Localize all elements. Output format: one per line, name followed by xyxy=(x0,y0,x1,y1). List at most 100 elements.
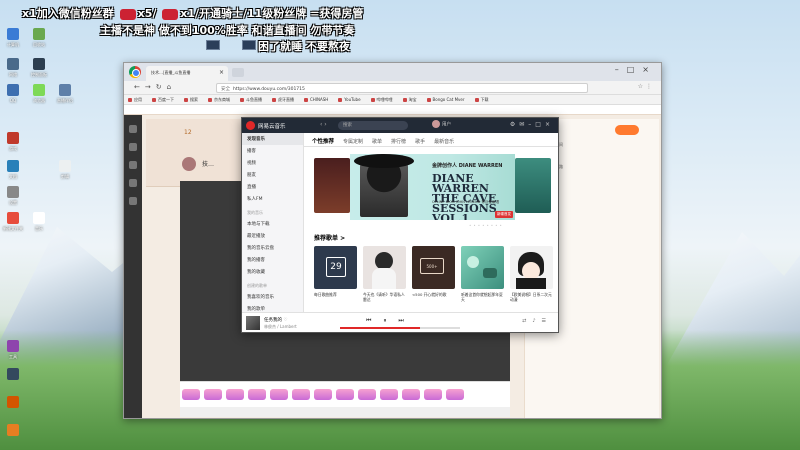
bookmark[interactable]: 下载 xyxy=(475,97,489,102)
tab-newmusic[interactable]: 最新音乐 xyxy=(434,139,454,145)
tab-artists[interactable]: 歌手 xyxy=(415,139,425,145)
gift-icon[interactable] xyxy=(358,389,376,400)
sidebar-item-cloud[interactable]: 我的音乐云盘 xyxy=(242,242,303,254)
playlist-card[interactable]: 29 每日歌曲推荐 xyxy=(314,246,357,302)
desktop-icon[interactable]: 直播伴侣 xyxy=(48,84,82,104)
gift-icon[interactable] xyxy=(336,389,354,400)
desktop-icon[interactable]: 控制面板 xyxy=(22,58,56,78)
extensions-area[interactable]: ☆⋮ xyxy=(638,83,655,90)
back-forward-icon[interactable]: ‹ › xyxy=(320,121,327,128)
streamer-name: 技… xyxy=(202,161,215,168)
url-field[interactable]: 安全 https://www.douyu.com/301715 xyxy=(216,83,588,93)
gift-bar xyxy=(180,381,510,407)
album-art[interactable] xyxy=(246,316,260,330)
prev-icon[interactable]: ⏮ xyxy=(366,317,383,324)
sidebar-item-discover[interactable]: 发现音乐 xyxy=(242,133,303,145)
gift-icon xyxy=(162,8,179,20)
gift-icon[interactable] xyxy=(314,389,332,400)
sidebar-item-liked[interactable]: 我喜欢的音乐 xyxy=(242,291,303,303)
gift-icon[interactable] xyxy=(204,389,222,400)
bookmark[interactable]: 搜索 xyxy=(184,97,198,102)
bookmark[interactable]: 百度一下 xyxy=(152,97,174,102)
tab-custom[interactable]: 专属定制 xyxy=(343,139,363,145)
section-heading[interactable]: 推荐歌单 > xyxy=(314,233,345,242)
bookmark[interactable]: YouTube xyxy=(338,97,360,102)
banner-next-thumb[interactable] xyxy=(515,158,551,213)
pause-icon[interactable]: ⏸ xyxy=(383,317,398,324)
desktop-icon[interactable]: 音乐 xyxy=(22,212,56,232)
nav-icon[interactable] xyxy=(129,125,137,133)
window-thumb-icon xyxy=(242,40,256,50)
sidebar-item-playlist[interactable]: 我的歌单 xyxy=(242,303,303,312)
nav-icon[interactable] xyxy=(129,161,137,169)
sidebar-item-friends[interactable]: 朋友 xyxy=(242,169,303,181)
next-icon[interactable]: ⏭ xyxy=(398,317,415,324)
gift-icon[interactable] xyxy=(226,389,244,400)
nav-buttons[interactable]: ←→↻⌂ xyxy=(134,83,176,91)
banner-carousel[interactable]: 金牌创作人 DIANE WARREN DIANE WARREN THE CAVE… xyxy=(314,154,551,220)
window-controls[interactable]: –□× xyxy=(615,65,657,74)
desktop-icon[interactable]: 游戏 xyxy=(0,132,30,152)
sidebar-item-live[interactable]: 直播 xyxy=(242,181,303,193)
banner-small-text: CELINE DION JOHN LEGEND 等巨星献唱 xyxy=(432,200,499,204)
tab-recommend[interactable]: 个性推荐 xyxy=(312,139,334,145)
desktop-icon[interactable]: 回收站 xyxy=(22,28,56,48)
banner-main[interactable]: 金牌创作人 DIANE WARREN DIANE WARREN THE CAVE… xyxy=(350,154,515,220)
nav-icon[interactable] xyxy=(129,197,137,205)
chrome-logo-icon xyxy=(129,66,141,78)
nav-icon[interactable] xyxy=(129,143,137,151)
new-tab-button[interactable] xyxy=(232,68,244,77)
gift-icon[interactable] xyxy=(270,389,288,400)
playlist-card[interactable]: 【欧美说唱】日系二次元动漫 xyxy=(510,246,553,302)
gift-icon[interactable] xyxy=(380,389,398,400)
avatar[interactable] xyxy=(182,157,196,171)
playlist-card[interactable]: 500+ <500 开心就好的歌 xyxy=(412,246,455,302)
sidebar-item-local[interactable]: 本地与下载 xyxy=(242,218,303,230)
playlist-card[interactable]: 今天也《请听》华语私人雷达 xyxy=(363,246,406,302)
gift-icon[interactable] xyxy=(402,389,420,400)
search-input[interactable]: 搜索 xyxy=(338,121,408,130)
desktop-tile[interactable] xyxy=(196,40,230,52)
bookmark[interactable]: 虎牙直播 xyxy=(272,97,294,102)
sidebar-item-video[interactable]: 视频 xyxy=(242,157,303,169)
desktop-icon[interactable]: 工具 xyxy=(0,340,30,360)
desktop-icon[interactable]: 剪辑 xyxy=(48,160,82,180)
bookmark[interactable]: 应用 xyxy=(128,97,142,102)
gift-icon[interactable] xyxy=(292,389,310,400)
window-controls[interactable]: ⚙✉–□× xyxy=(510,121,554,128)
gift-icon[interactable] xyxy=(248,389,266,400)
carousel-dots[interactable]: •••••••• xyxy=(469,223,504,228)
bookmark[interactable]: Bongo Cat Mver xyxy=(427,97,465,102)
sidebar-item-collection[interactable]: 我的收藏 xyxy=(242,266,303,278)
bookmark[interactable]: 淘宝 xyxy=(403,97,417,102)
close-tab-icon[interactable]: × xyxy=(219,69,224,76)
desktop-icon[interactable] xyxy=(0,368,30,382)
tab-playlists[interactable]: 歌单 xyxy=(372,139,382,145)
bookmark[interactable]: 哔哩哔哩 xyxy=(371,97,393,102)
sidebar-item-podcast[interactable]: 播客 xyxy=(242,145,303,157)
gift-icon[interactable] xyxy=(446,389,464,400)
desktop-icon[interactable] xyxy=(0,424,30,438)
gift-icon[interactable] xyxy=(182,389,200,400)
sidebar-item-mypodcast[interactable]: 我的播客 xyxy=(242,254,303,266)
progress-bar[interactable] xyxy=(340,327,460,329)
desktop-icon[interactable]: 文档 xyxy=(0,160,30,180)
user-menu[interactable]: 用户 xyxy=(432,120,451,128)
sidebar-item-fm[interactable]: 私人FM xyxy=(242,193,303,205)
tab-charts[interactable]: 排行榜 xyxy=(391,139,406,145)
nav-icon[interactable] xyxy=(129,179,137,187)
square-icon: 500+ xyxy=(420,258,444,274)
playlist-card[interactable]: 听着这首你就想起那年夏天 xyxy=(461,246,504,302)
heart-icon[interactable]: ♡ xyxy=(283,318,287,323)
desktop-icon[interactable] xyxy=(0,396,30,410)
player-right-controls[interactable]: ⇄♪☰ xyxy=(522,318,552,324)
gift-icon[interactable] xyxy=(424,389,442,400)
sidebar-item-recent[interactable]: 最近播放 xyxy=(242,230,303,242)
browser-tab[interactable]: 技术…|直播_斗鱼直播 × xyxy=(146,66,228,81)
banner-prev-thumb[interactable] xyxy=(314,158,350,213)
desktop-icon[interactable]: 设置 xyxy=(0,186,30,206)
bookmark[interactable]: CHINASH xyxy=(304,97,328,102)
follow-button[interactable] xyxy=(615,125,639,135)
bookmark[interactable]: 京东商城 xyxy=(208,97,230,102)
bookmark[interactable]: 斗鱼直播 xyxy=(240,97,262,102)
